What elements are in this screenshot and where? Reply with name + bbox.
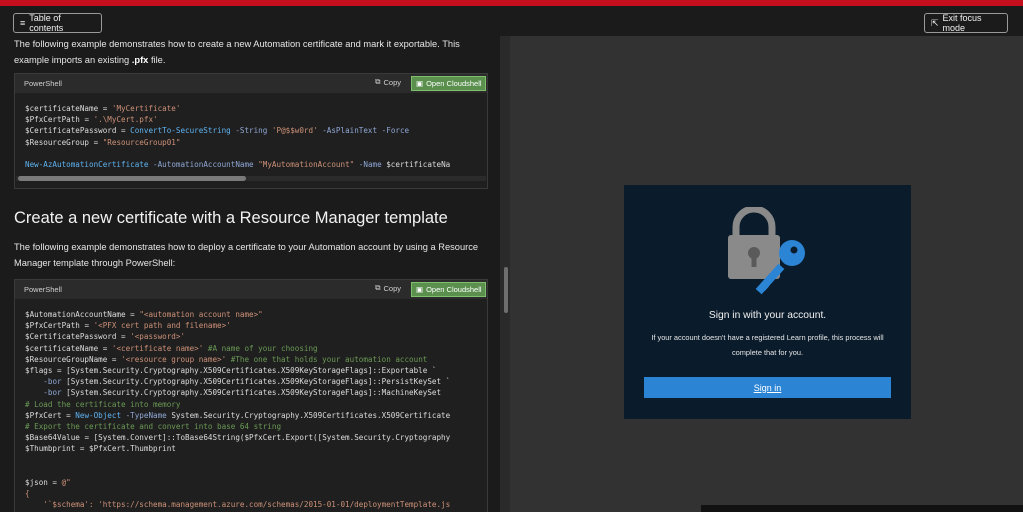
horizontal-scrollbar[interactable] (16, 176, 486, 182)
paragraph-2: The following example demonstrates how t… (14, 242, 479, 268)
code-header: PowerShell ⧉ Copy ▣ Open Cloudshell (15, 280, 487, 299)
scroll-thumb[interactable] (18, 176, 246, 182)
divider-handle[interactable] (504, 267, 508, 313)
copy-icon: ⧉ (375, 283, 381, 292)
exit-label: Exit focus mode (942, 13, 982, 33)
exit-icon: ⇱ (931, 17, 939, 28)
open-cloudshell-button[interactable]: ▣ Open Cloudshell (411, 282, 486, 297)
signin-card: Sign in with your account. If your accou… (624, 185, 911, 419)
cloudshell-label: Open Cloudshell (426, 285, 482, 294)
intro-text: The following example demonstrates how t… (14, 39, 460, 65)
article-pane[interactable]: The following example demonstrates how t… (0, 36, 500, 512)
cloudshell-label: Open Cloudshell (426, 79, 482, 88)
signin-text: If your account doesn't have a registere… (651, 333, 884, 357)
open-cloudshell-button[interactable]: ▣ Open Cloudshell (411, 76, 486, 91)
intro-text-end: file. (148, 55, 166, 65)
table-of-contents-button[interactable]: ≡ Table of contents (13, 13, 102, 33)
signin-title: Sign in with your account. (708, 310, 827, 321)
terminal-icon: ▣ (416, 285, 424, 294)
terminal-icon: ▣ (416, 79, 424, 88)
copy-button[interactable]: ⧉ Copy (375, 283, 401, 293)
code-block-2: PowerShell ⧉ Copy ▣ Open Cloudshell $Autom… (14, 279, 488, 512)
exit-focus-mode-button[interactable]: ⇱ Exit focus mode (924, 13, 1008, 33)
toc-label: Table of contents (29, 13, 64, 33)
code-content: $certificateName = 'MyCertificate' $PfxC… (25, 104, 451, 170)
code-language: PowerShell (24, 285, 62, 294)
code-language: PowerShell (24, 79, 62, 88)
signin-button[interactable]: Sign in (644, 377, 891, 398)
copy-label: Copy (383, 283, 401, 293)
bottom-panel-edge (701, 505, 1023, 512)
lock-key-icon (728, 207, 805, 295)
copy-icon: ⧉ (375, 77, 381, 86)
pfx-ext: .pfx (131, 55, 149, 65)
focus-mode-bar (0, 6, 1023, 36)
code-block-1: PowerShell ⧉ Copy ▣ Open Cloudshell $certi… (14, 73, 488, 189)
intro-paragraph: The following example demonstrates how t… (14, 36, 492, 68)
section-heading: Create a new certificate with a Resource… (14, 209, 448, 227)
code-content: $AutomationAccountName = "<automation ac… (25, 310, 451, 510)
copy-button[interactable]: ⧉ Copy (375, 77, 401, 87)
copy-label: Copy (383, 77, 401, 87)
code-header: PowerShell ⧉ Copy ▣ Open Cloudshell (15, 74, 487, 93)
list-icon: ≡ (20, 18, 26, 28)
